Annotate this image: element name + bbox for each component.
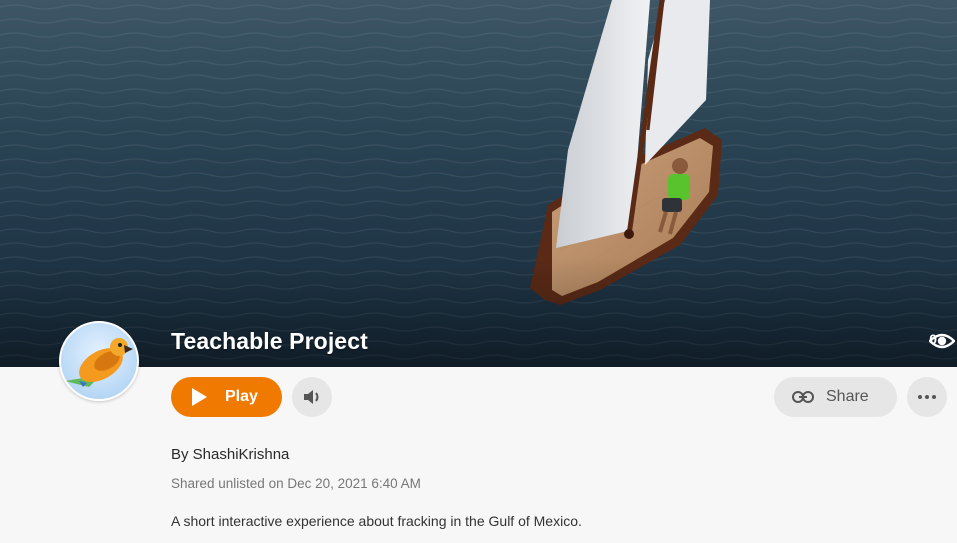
link-icon bbox=[792, 391, 814, 403]
shared-date: Shared unlisted on Dec 20, 2021 6:40 AM bbox=[171, 476, 421, 491]
play-icon bbox=[192, 388, 207, 406]
more-options-button[interactable] bbox=[907, 377, 947, 417]
project-page: Teachable Project 0 Play Share By Shashi… bbox=[0, 0, 957, 543]
more-dots-icon bbox=[918, 395, 922, 399]
hero-shade-overlay bbox=[0, 257, 957, 367]
project-preview-scene[interactable]: Teachable Project 0 bbox=[0, 0, 957, 367]
views-counter: 0 bbox=[929, 331, 956, 349]
play-button-label: Play bbox=[225, 388, 258, 405]
author-avatar[interactable] bbox=[59, 321, 139, 401]
project-title: Teachable Project bbox=[171, 328, 368, 354]
eye-icon bbox=[929, 333, 956, 349]
speaker-icon bbox=[304, 390, 319, 404]
share-button[interactable]: Share bbox=[774, 377, 897, 417]
parrot-avatar-icon bbox=[65, 338, 133, 387]
share-button-label: Share bbox=[826, 388, 869, 405]
sound-toggle-button[interactable] bbox=[292, 377, 332, 417]
author-line: By ShashiKrishna bbox=[171, 446, 290, 463]
project-description: A short interactive experience about fra… bbox=[171, 513, 582, 529]
play-button[interactable]: Play bbox=[171, 377, 282, 417]
